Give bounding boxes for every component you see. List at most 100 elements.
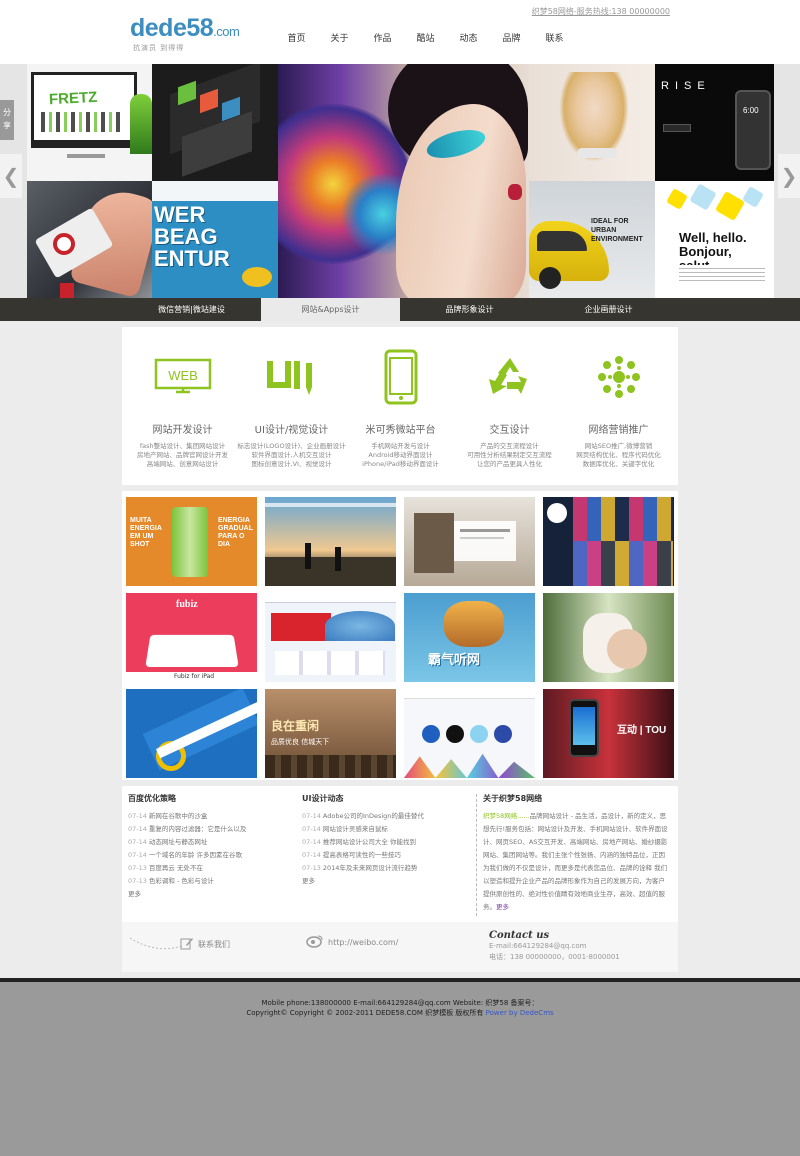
hotline-link[interactable]: 织梦58网络-服务热线:138 00000000 [532,6,670,17]
banner-tile-blonde [529,64,655,181]
service-desc-line: 可用性分析结果制定交互流程 [467,451,552,459]
news-date: 07-14 [128,851,147,859]
nav-cool-sites[interactable]: 酷站 [404,31,447,44]
news-item[interactable]: 07-14 网站设计灵感来自鼠标 [302,823,472,836]
service-ui[interactable]: UI设计/视觉设计 标志设计(LOGO设计)、企业画册设计 软件界面设计,人机交互… [237,327,346,485]
news-date: 07-14 [302,825,321,833]
service-desc-line: 标志设计(LOGO设计)、企业画册设计 [237,442,346,450]
service-desc-line: iPhone/iPad移动界面设计 [362,460,439,468]
contact-strip: 联系我们 http://weibo.com/ Contact us E-mail… [122,922,678,972]
city-headline: 良在重闲 [271,719,320,733]
portfolio-item-hotel[interactable] [404,497,535,586]
contact-phone: 电话：138 00000000，0001-8000001 [489,953,620,961]
news-date: 07-14 [302,812,321,820]
news-item[interactable]: 07-13 百度再云 无处不在 [128,862,298,875]
nav-about[interactable]: 关于 [318,31,361,44]
about-column: 关于织梦58网络 织梦58网络......品牌网站设计 - 品生活，品设计，新的… [483,793,671,914]
portfolio-item-wedding[interactable] [543,593,674,682]
service-title: UI设计/视觉设计 [254,425,329,436]
edit-icon [180,936,194,952]
contact-label: 联系我们 [198,939,230,949]
site-logo[interactable]: dede58.com 抗演员 到得得 [130,14,250,52]
powered-by-link[interactable]: Power by DedeCms [486,1009,554,1017]
news-item[interactable]: 07-14 推荐网站设计公司大全 你能找到 [302,836,472,849]
tab-brand[interactable]: 品牌形象设计 [400,298,539,321]
service-interaction[interactable]: 交互设计 产品的交互流程设计 可用性分析结果制定交互流程 让您的产品更具人性化 [455,327,564,485]
rise-text: RISE [661,80,711,92]
portfolio-item-bags[interactable] [126,689,257,778]
news-item[interactable]: 07-13 色彩调和 - 色彩与设计 [128,875,298,888]
news-item[interactable]: 07-14 新网在谷歌中的沙盒 [128,810,298,823]
news-item[interactable]: 07-14 Adobe公司的InDesign的最佳替代 [302,810,472,823]
nav-works[interactable]: 作品 [361,31,404,44]
share-tab[interactable]: 分享 [0,100,14,140]
service-desc-line: 软件界面设计,人机交互设计 [251,451,332,459]
banner-collage[interactable]: FRETZ WER BEAG ENTUR IDEAL FOR URBAN ENV… [27,64,774,298]
service-mobile[interactable]: 米可秀微站平台 手机网站开发与设计 Android移动界面设计 iPhone/iPa… [346,327,455,485]
touch-text: 互动 | TOU [617,725,667,736]
more-link[interactable]: 更多 [128,888,298,900]
nav-news[interactable]: 动态 [447,31,490,44]
service-web[interactable]: WEB 网站开发设计 fash整站设计、集团网站设计 房地产网站、品牌官网设计开发… [128,327,237,485]
city-tagline: 品质优良 信城天下 [271,738,330,746]
service-desc-line: 手机网站开发与设计 [371,442,430,450]
banner-tile-dark [152,64,278,181]
portfolio-item-logistics[interactable] [265,593,396,682]
ui-icon [237,347,346,407]
weibo-link[interactable]: http://weibo.com/ [306,934,398,950]
news-title: 百度再云 无处不在 [148,864,203,872]
portfolio-item-beach[interactable] [265,497,396,586]
tab-brochure[interactable]: 企业画册设计 [539,298,678,321]
banner-tile-bonjour: Well, hello. Bonjour, salut. [655,181,774,298]
news-title: 重复的内容过滤器：它是什么以及 [148,825,247,833]
banner-tile-rise-app: RISE 6:00 [655,64,774,181]
share-label: 分享 [3,108,11,130]
weibo-url: http://weibo.com/ [328,937,399,947]
banner-tile-fretz: FRETZ [27,64,152,181]
nav-brand[interactable]: 品牌 [490,31,533,44]
category-tabs: 微信营销|微站建设 网站&Apps设计 品牌形象设计 企业画册设计 [0,298,800,321]
column-divider [476,794,477,916]
portfolio-item-city[interactable]: 良在重闲 品质优良 信城天下 [265,689,396,778]
nav-contact[interactable]: 联系 [533,31,576,44]
news-item[interactable]: 07-14 一个域名的年龄 许多因素在谷歌 [128,849,298,862]
news-title: 新网在谷歌中的沙盒 [148,812,208,820]
portfolio-item-gems[interactable] [404,689,535,778]
news-item[interactable]: 07-14 重复的内容过滤器：它是什么以及 [128,823,298,836]
service-marketing[interactable]: 网络营销推广 网站SEO推广,微博营销 网页结构优化、程序代码优化 数据库优化、关键… [564,327,673,485]
chevron-right-icon: ❯ [780,164,798,188]
service-desc-line: 图标创意设计,VI、视觉设计 [251,460,332,468]
banner-prev-button[interactable]: ❮ [0,154,22,198]
news-section: 百度优化策略 07-14 新网在谷歌中的沙盒 07-14 重复的内容过滤器：它是什么… [122,786,678,922]
nav-home[interactable]: 首页 [275,31,318,44]
mobile-icon [346,347,455,407]
network-icon [564,347,673,407]
energia-text: ENERGIA GRADUAL PARA O DIA [218,517,253,548]
tab-wechat[interactable]: 微信营销|微站建设 [122,298,261,321]
service-title: 交互设计 [489,425,530,436]
news-date: 07-13 [302,864,321,872]
about-more-link[interactable]: 更多 [496,903,509,911]
news-item[interactable]: 07-14 提高表格可读性的一些技巧 [302,849,472,862]
news-item[interactable]: 07-14 动态网址与静态网址 [128,836,298,849]
footer-contact-line: Mobile phone:138000000 E-mail:664129284@… [261,999,539,1007]
banner-tile-hand [27,181,152,298]
seo-news-column: 百度优化策略 07-14 新网在谷歌中的沙盒 07-14 重复的内容过滤器：它是什么… [128,793,298,900]
tab-web-apps[interactable]: 网站&Apps设计 [261,298,400,321]
portfolio-item-energy-drink[interactable]: MUITA ENERGIA EM UM SHOT ENERGIA GRADUAL… [126,497,257,586]
more-link[interactable]: 更多 [302,875,472,887]
portfolio-item-fubiz[interactable]: fubiz Fubiz for iPad [126,593,257,682]
banner-tile-car: IDEAL FOR URBAN ENVIRONMENT [529,181,655,298]
portfolio-item-music[interactable]: 霸气听网 [404,593,535,682]
svg-text:WEB: WEB [168,368,198,383]
weibo-icon [306,934,324,950]
portfolio-item-fashion[interactable] [543,497,674,586]
news-date: 07-14 [128,812,147,820]
news-title: 2014年及未来网页设计流行趋势 [322,864,418,872]
service-desc-line: Android移动界面设计 [368,451,433,459]
portfolio-item-phone[interactable]: 互动 | TOU [543,689,674,778]
column-title: 百度优化策略 [128,794,176,803]
contact-link[interactable]: 联系我们 [180,936,230,952]
banner-next-button[interactable]: ❯ [778,154,800,198]
news-item[interactable]: 07-13 2014年及未来网页设计流行趋势 [302,862,472,875]
